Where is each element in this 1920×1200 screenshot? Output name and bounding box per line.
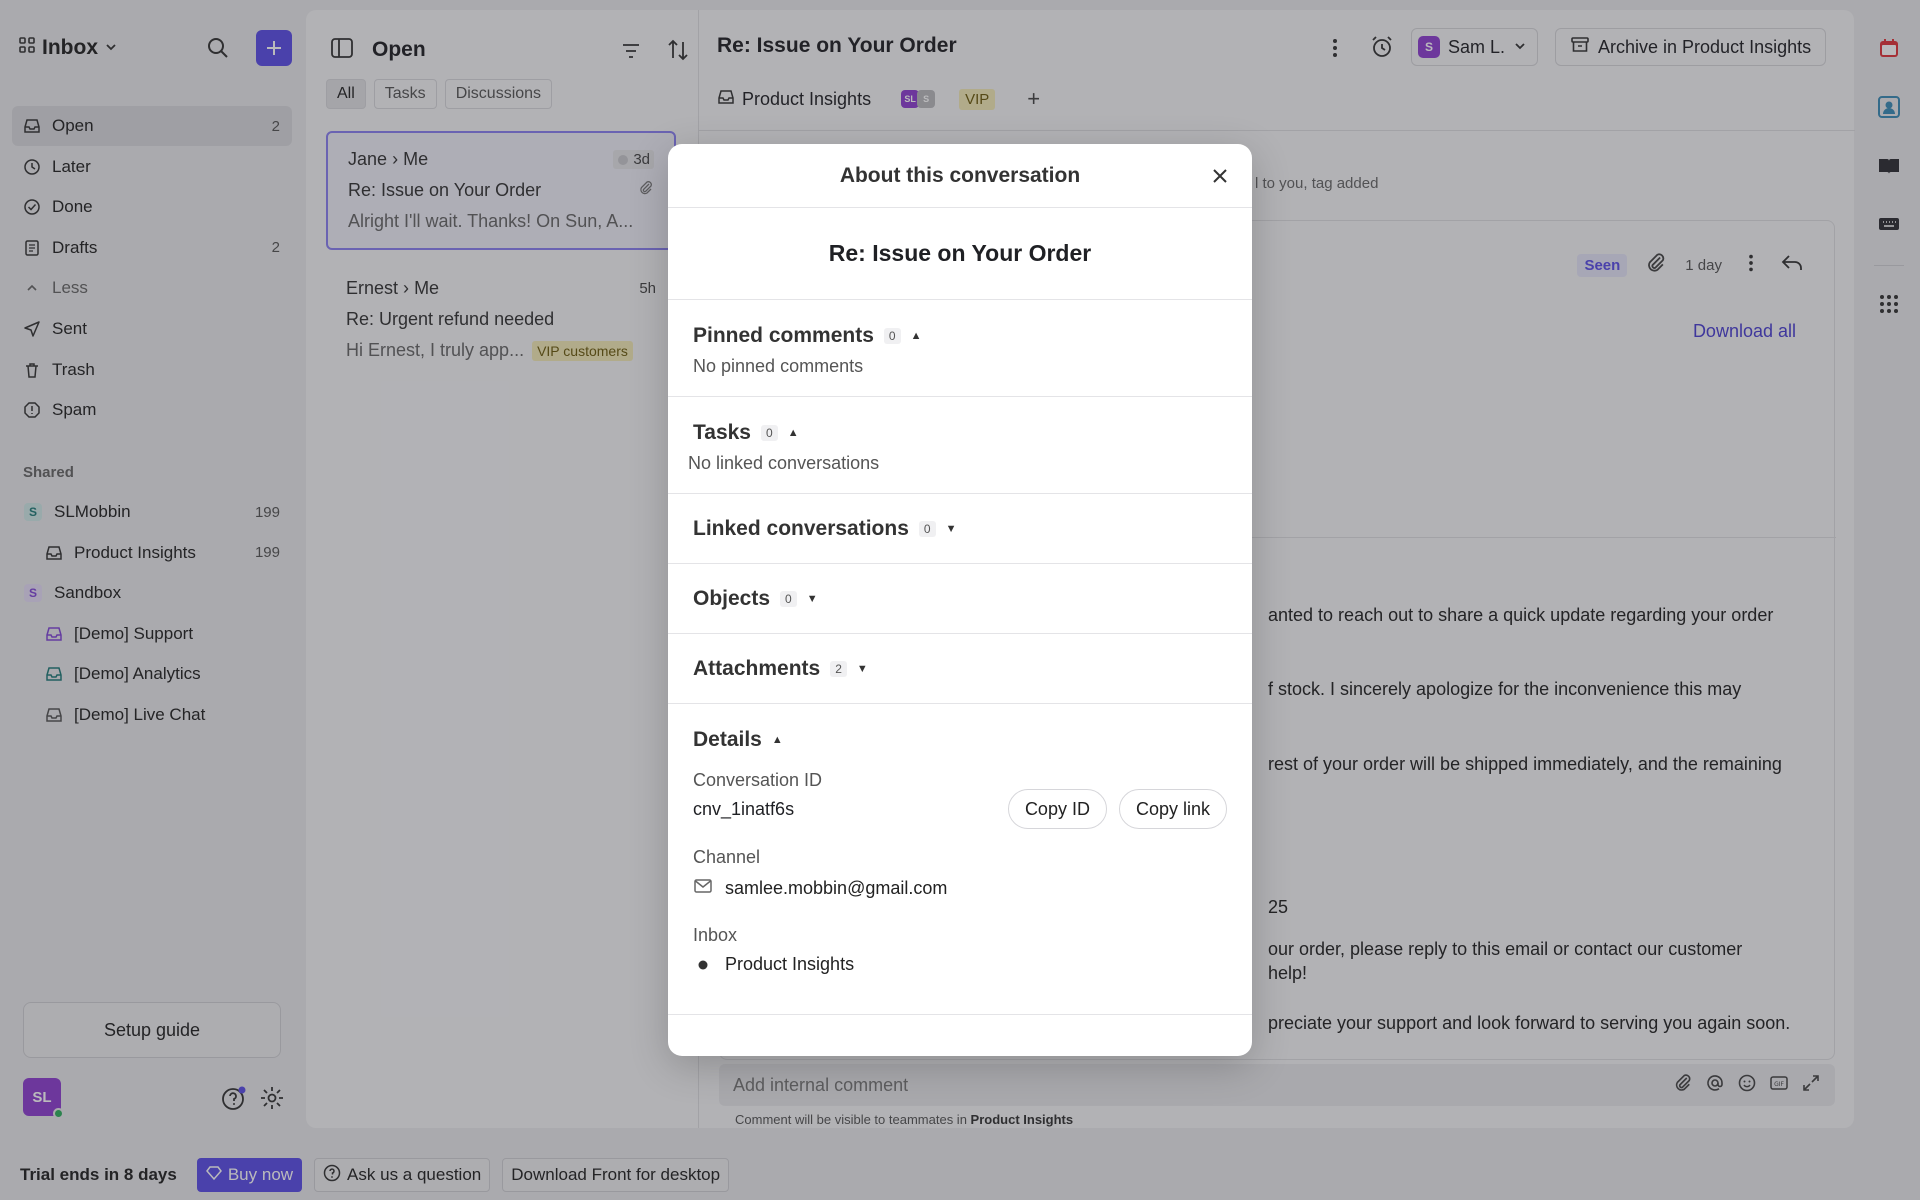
section-header[interactable]: Objects 0 ▼ <box>693 587 818 611</box>
section-title: Attachments <box>693 656 821 680</box>
section-title: Linked conversations <box>693 516 909 540</box>
section-objects: Objects 0 ▼ <box>668 564 1252 634</box>
section-title: Objects <box>693 586 771 610</box>
channel-row: samlee.mobbin@gmail.com <box>693 876 1227 901</box>
section-header[interactable]: Details ▲ <box>693 728 1227 752</box>
bullet-icon <box>693 960 713 970</box>
caret-down-icon: ▼ <box>856 662 868 675</box>
caret-up-icon: ▲ <box>910 330 922 342</box>
section-count: 0 <box>780 590 797 607</box>
conversation-id-value: cnv_1inatf6s <box>693 798 795 819</box>
section-details: Details ▲ Conversation ID cnv_1inatf6s C… <box>668 704 1252 1015</box>
section-header[interactable]: Linked conversations 0 ▼ <box>693 517 956 541</box>
about-conversation-modal: About this conversation Re: Issue on You… <box>668 144 1252 1056</box>
section-linked-conversations: Linked conversations 0 ▼ <box>668 494 1252 564</box>
close-icon[interactable] <box>1208 164 1232 188</box>
modal-header: About this conversation <box>668 144 1252 208</box>
caret-down-icon: ▼ <box>806 592 818 605</box>
section-title: Pinned comments <box>693 324 874 347</box>
section-count: 0 <box>918 520 936 537</box>
channel-value: samlee.mobbin@gmail.com <box>725 878 948 898</box>
section-header[interactable]: Attachments 2 ▼ <box>693 657 868 681</box>
section-tasks: Tasks 0 ▲ No linked conversations <box>668 397 1252 494</box>
conversation-id-label: Conversation ID <box>693 770 823 790</box>
section-header[interactable]: Tasks 0 ▲ <box>693 421 1227 445</box>
empty-state: No pinned comments <box>693 356 864 376</box>
copy-link-button[interactable]: Copy link <box>1118 789 1227 829</box>
section-title: Tasks <box>693 421 751 444</box>
section-pinned-comments: Pinned comments 0 ▲ No pinned comments <box>668 300 1252 397</box>
caret-up-icon: ▲ <box>787 427 799 439</box>
conversation-id-row: cnv_1inatf6s Copy ID Copy link <box>693 789 1227 829</box>
mail-icon <box>693 876 713 901</box>
inbox-label: Inbox <box>693 925 738 945</box>
section-count: 2 <box>830 660 847 677</box>
section-attachments: Attachments 2 ▼ <box>668 634 1252 704</box>
caret-up-icon: ▲ <box>771 734 783 746</box>
inbox-value: Product Insights <box>725 954 855 974</box>
copy-id-button[interactable]: Copy ID <box>1007 789 1107 829</box>
section-count: 0 <box>883 328 901 344</box>
channel-label: Channel <box>693 847 761 867</box>
caret-down-icon: ▼ <box>945 522 957 535</box>
inbox-row: Product Insights <box>693 954 1227 975</box>
section-count: 0 <box>761 425 778 441</box>
modal-subject: Re: Issue on Your Order <box>668 208 1252 300</box>
empty-state: No linked conversations <box>688 453 880 473</box>
modal-title: About this conversation <box>839 163 1081 187</box>
section-title: Details <box>693 728 762 751</box>
section-header[interactable]: Pinned comments 0 ▲ <box>693 324 1227 348</box>
